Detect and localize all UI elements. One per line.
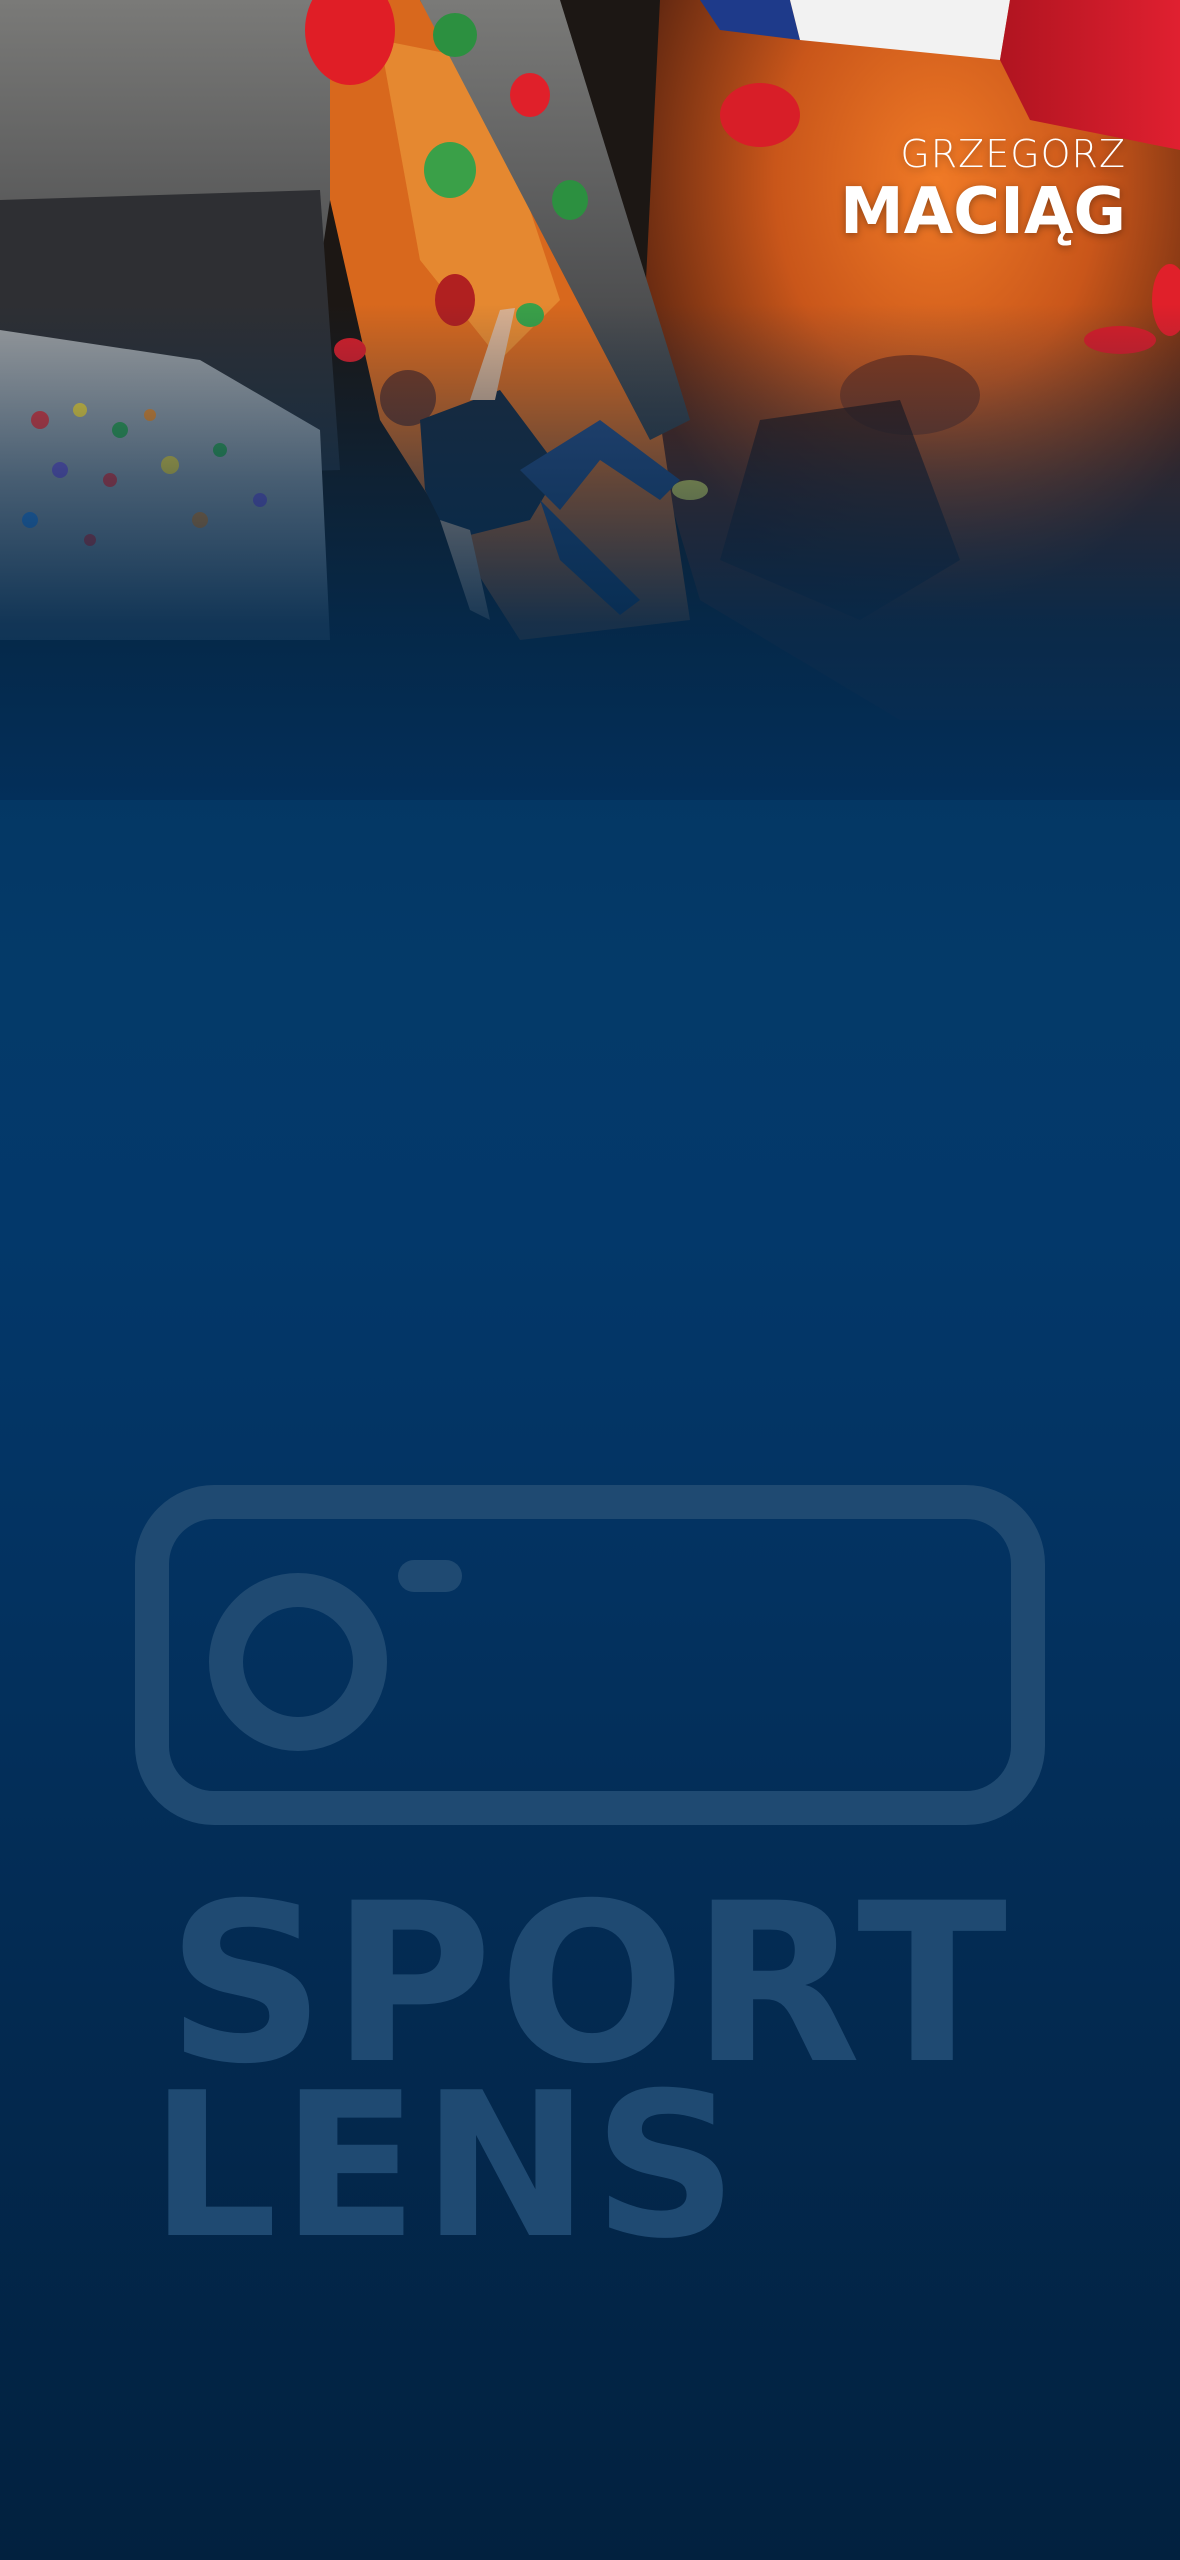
hero-photo: GRZEGORZ MACIĄG	[0, 0, 1180, 800]
climbing-wall-illustration	[0, 0, 1180, 800]
story-screen: GRZEGORZ MACIĄG SPORT LENS	[0, 0, 1180, 2560]
athlete-last-name: MACIĄG	[839, 175, 1126, 249]
camera-icon	[135, 1485, 1045, 1825]
athlete-first-name: GRZEGORZ	[900, 132, 1126, 176]
athlete-name: GRZEGORZ MACIĄG	[840, 132, 1126, 248]
sportlens-watermark-logo: SPORT LENS	[135, 1485, 1045, 2270]
logo-text-line2: LENS	[150, 2050, 742, 2270]
